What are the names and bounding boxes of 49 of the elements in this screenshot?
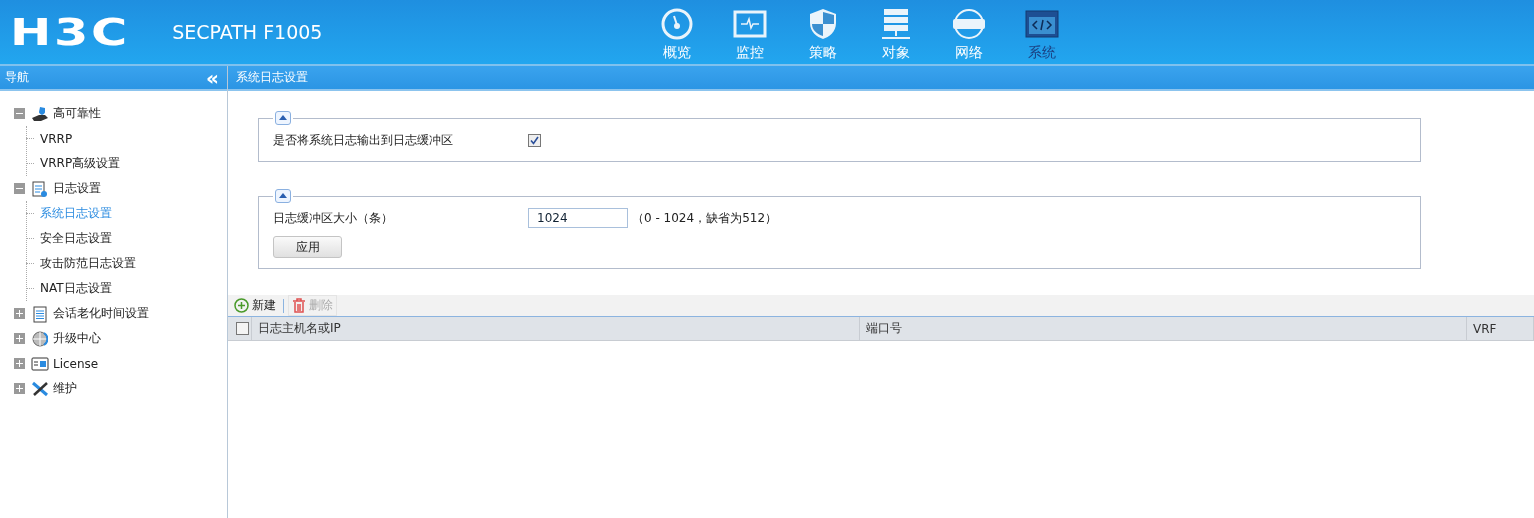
trash-icon: [292, 298, 306, 313]
add-button[interactable]: 新建: [231, 296, 279, 315]
tree-item[interactable]: License: [53, 356, 99, 371]
apply-button[interactable]: 应用: [273, 236, 342, 258]
id-card-icon: [31, 356, 49, 371]
tree-item[interactable]: NAT日志设置: [40, 280, 112, 297]
tree-item[interactable]: 安全日志设置: [40, 230, 112, 247]
tree-item[interactable]: 攻击防范日志设置: [40, 255, 136, 272]
product-name: SECPATH F1005: [172, 21, 323, 43]
nav-tab[interactable]: 系统: [1005, 2, 1079, 62]
field-label: 日志缓冲区大小（条）: [273, 209, 394, 227]
code-window-icon: [1024, 10, 1059, 38]
shield-icon: [808, 8, 837, 40]
checkbox[interactable]: [528, 133, 541, 147]
page-title: 系统日志设置: [228, 66, 1534, 91]
plus-circle-icon: [234, 298, 249, 313]
globe-icon: [32, 330, 48, 347]
tree-item[interactable]: 会话老化时间设置: [53, 305, 149, 322]
tree-item[interactable]: 升级中心: [53, 330, 101, 347]
column-header[interactable]: VRF: [1467, 317, 1534, 340]
tree-item[interactable]: 高可靠性: [53, 105, 101, 122]
input-field[interactable]: 1024: [528, 208, 628, 228]
sidebar-title: 导航: [5, 69, 29, 86]
collapse-button[interactable]: [275, 111, 291, 125]
field-label: 是否将系统日志输出到日志缓冲区: [273, 131, 454, 149]
logo: H3C: [10, 10, 130, 54]
expand-toggle[interactable]: [14, 383, 25, 394]
gauge-icon: [660, 8, 693, 40]
column-header[interactable]: 端口号: [860, 317, 1467, 340]
expand-toggle[interactable]: [14, 358, 25, 369]
globe-icon: [950, 8, 987, 40]
expand-toggle[interactable]: [14, 333, 25, 344]
tree-item[interactable]: 系统日志设置: [40, 205, 112, 222]
hint-text: （0 - 1024，缺省为512）: [632, 209, 778, 227]
monitor-icon: [732, 10, 767, 38]
tree-item[interactable]: VRRP: [40, 131, 73, 146]
tree-item[interactable]: 维护: [53, 380, 77, 397]
tree-item[interactable]: 日志设置: [53, 180, 101, 197]
tools-icon: [31, 380, 49, 397]
expand-toggle[interactable]: [14, 308, 25, 319]
collapse-toggle[interactable]: [14, 183, 25, 194]
document-gear-icon: [32, 179, 48, 198]
document-list-icon: [32, 304, 48, 323]
collapse-toggle[interactable]: [14, 108, 25, 119]
select-all-checkbox[interactable]: [236, 322, 249, 335]
collapse-button[interactable]: [275, 189, 291, 203]
column-header[interactable]: 日志主机名或IP: [252, 317, 860, 340]
server-rack-icon: [880, 8, 911, 40]
tree-item[interactable]: VRRP高级设置: [40, 155, 121, 172]
